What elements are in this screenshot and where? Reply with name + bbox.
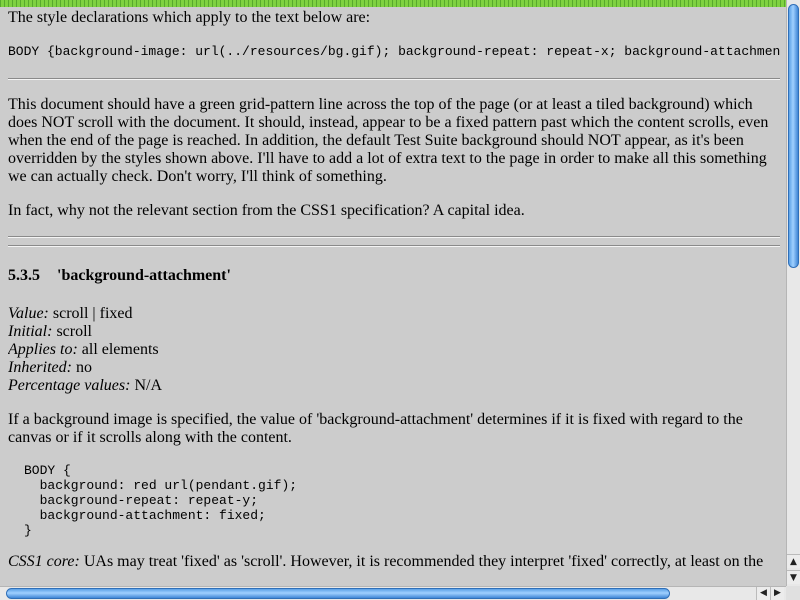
definition-row: Inherited: no (8, 359, 780, 377)
code-example: BODY { background: red url(pendant.gif);… (24, 463, 298, 538)
css1-core-label: CSS1 core: (8, 553, 80, 570)
property-definition-list: Value: scroll | fixed Initial: scroll Ap… (8, 305, 780, 395)
section-number: 5.3.5 (8, 267, 40, 284)
scrollbar-corner (786, 586, 800, 600)
document-content: The style declarations which apply to th… (8, 8, 780, 584)
vertical-scroll-thumb[interactable] (788, 4, 799, 268)
style-intro-text: The style declarations which apply to th… (8, 9, 371, 26)
definition-value: N/A (134, 377, 163, 394)
definition-row: Value: scroll | fixed (8, 305, 780, 323)
definition-row: Initial: scroll (8, 323, 780, 341)
section-title: 'background-attachment' (57, 267, 231, 284)
intro-to-spec-paragraph: In fact, why not the relevant section fr… (8, 202, 525, 219)
definition-term: Initial: (8, 323, 53, 340)
definition-row: Applies to: all elements (8, 341, 780, 359)
divider (8, 236, 780, 238)
definition-value: no (75, 359, 92, 376)
scroll-up-arrow-icon[interactable]: ▲ (787, 554, 800, 568)
definition-term: Percentage values: (8, 377, 131, 394)
section-heading: 5.3.5 'background-attachment' (8, 267, 780, 285)
definition-term: Inherited: (8, 359, 72, 376)
divider (8, 245, 780, 247)
definition-value: scroll | fixed (52, 305, 133, 322)
scroll-right-arrow-icon[interactable]: ▶ (770, 587, 784, 600)
horizontal-scroll-thumb[interactable] (6, 588, 670, 599)
scroll-left-arrow-icon[interactable]: ◀ (756, 587, 770, 600)
definition-term: Value: (8, 305, 49, 322)
definition-value: all elements (81, 341, 159, 358)
vertical-scrollbar[interactable]: ▲ ▼ (786, 0, 800, 586)
definition-row: Percentage values: N/A (8, 377, 780, 395)
definition-term: Applies to: (8, 341, 78, 358)
css1-core-paragraph: CSS1 core: UAs may treat 'fixed' as 'scr… (8, 553, 780, 571)
style-declarations: BODY {background-image: url(../resources… (8, 44, 780, 59)
fixed-background-grid-strip (0, 0, 786, 7)
divider (8, 78, 780, 80)
css1-core-text: UAs may treat 'fixed' as 'scroll'. Howev… (79, 553, 764, 570)
definition-value: scroll (56, 323, 92, 340)
scroll-down-arrow-icon[interactable]: ▼ (787, 570, 800, 584)
horizontal-scrollbar[interactable]: ◀ ▶ (0, 586, 786, 600)
spec-description-paragraph: If a background image is specified, the … (8, 411, 743, 446)
test-description-paragraph: This document should have a green grid-p… (8, 96, 769, 185)
